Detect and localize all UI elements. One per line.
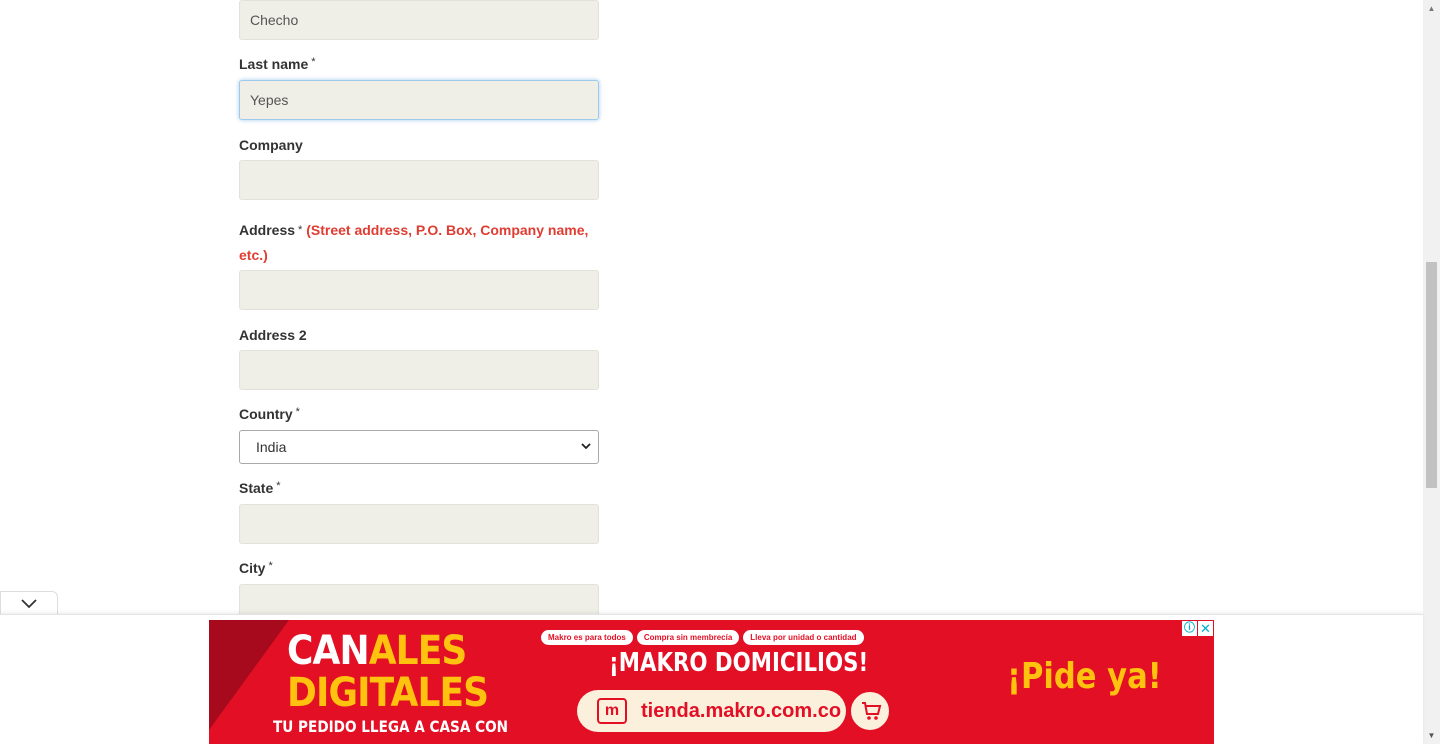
- last-name-label-text: Last name: [239, 56, 309, 72]
- country-label: Country *: [239, 406, 300, 422]
- ad-headline: ¡MAKRO DOMICILIOS!: [609, 648, 869, 678]
- ad-url-text: tienda.makro.com.co: [641, 700, 842, 722]
- ad-title-part: DIGIT: [287, 670, 391, 716]
- ad-subtitle: TU PEDIDO LLEGA A CASA CON: [273, 717, 509, 736]
- state-label-text: State: [239, 480, 274, 496]
- ad-decoration: [209, 620, 289, 730]
- last-name-input[interactable]: [239, 80, 599, 120]
- last-name-label: Last name *: [239, 56, 316, 72]
- scroll-down-arrow-icon[interactable]: ▼: [1423, 727, 1440, 744]
- ad-pills: Makro es para todos Compra sin membrecía…: [541, 630, 864, 645]
- info-icon[interactable]: ⓘ: [1182, 621, 1197, 636]
- ad-cta: ¡Pide ya!: [1007, 656, 1162, 697]
- close-icon[interactable]: ✕: [1198, 621, 1213, 636]
- city-label-text: City: [239, 560, 266, 576]
- required-mark: *: [276, 480, 281, 492]
- ad-pill: Makro es para todos: [541, 630, 633, 645]
- ad-title-part: ALES: [368, 628, 468, 674]
- address-label-text: Address: [239, 222, 296, 238]
- ad-pill: Lleva por unidad o cantidad: [743, 630, 864, 645]
- chevron-down-icon: [21, 599, 37, 609]
- ad-pill: Compra sin membrecía: [636, 630, 740, 645]
- cart-icon[interactable]: [849, 690, 891, 732]
- address2-label: Address 2: [239, 327, 307, 343]
- scroll-up-arrow-icon[interactable]: ▲: [1423, 0, 1440, 17]
- ad-collapse-button[interactable]: [0, 591, 58, 615]
- scrollbar[interactable]: ▲ ▼: [1423, 0, 1440, 744]
- ad-title-part: ALES: [390, 670, 489, 716]
- country-selected-value: India: [256, 439, 287, 455]
- first-name-input[interactable]: [239, 0, 599, 40]
- advertisement-banner[interactable]: CANALES DIGITALES TU PEDIDO LLEGA A CASA…: [209, 620, 1214, 744]
- ad-url-button[interactable]: m tienda.makro.com.co: [577, 690, 846, 732]
- state-label: State *: [239, 480, 281, 496]
- required-mark: *: [298, 224, 303, 236]
- ad-title-line1: CANALES: [287, 628, 468, 674]
- required-mark: *: [295, 406, 300, 418]
- address-label: Address * (Street address, P.O. Box, Comp…: [239, 218, 599, 268]
- page: Last name* Company Address* (Street addr…: [0, 0, 1440, 744]
- makro-logo-icon: m: [597, 698, 627, 724]
- city-label: City *: [239, 560, 273, 576]
- chevron-down-icon: [580, 432, 592, 474]
- company-label: Company: [239, 137, 303, 153]
- required-mark: *: [268, 560, 273, 572]
- state-input[interactable]: [239, 504, 599, 544]
- address-input[interactable]: [239, 270, 599, 310]
- country-label-text: Country: [239, 406, 293, 422]
- required-mark: *: [311, 56, 316, 68]
- ad-title-part: CAN: [287, 628, 370, 674]
- address2-input[interactable]: [239, 350, 599, 390]
- ad-title-line2: DIGITALES: [287, 670, 489, 716]
- country-select[interactable]: India: [239, 430, 599, 464]
- company-input[interactable]: [239, 160, 599, 200]
- scrollbar-thumb[interactable]: [1426, 262, 1437, 488]
